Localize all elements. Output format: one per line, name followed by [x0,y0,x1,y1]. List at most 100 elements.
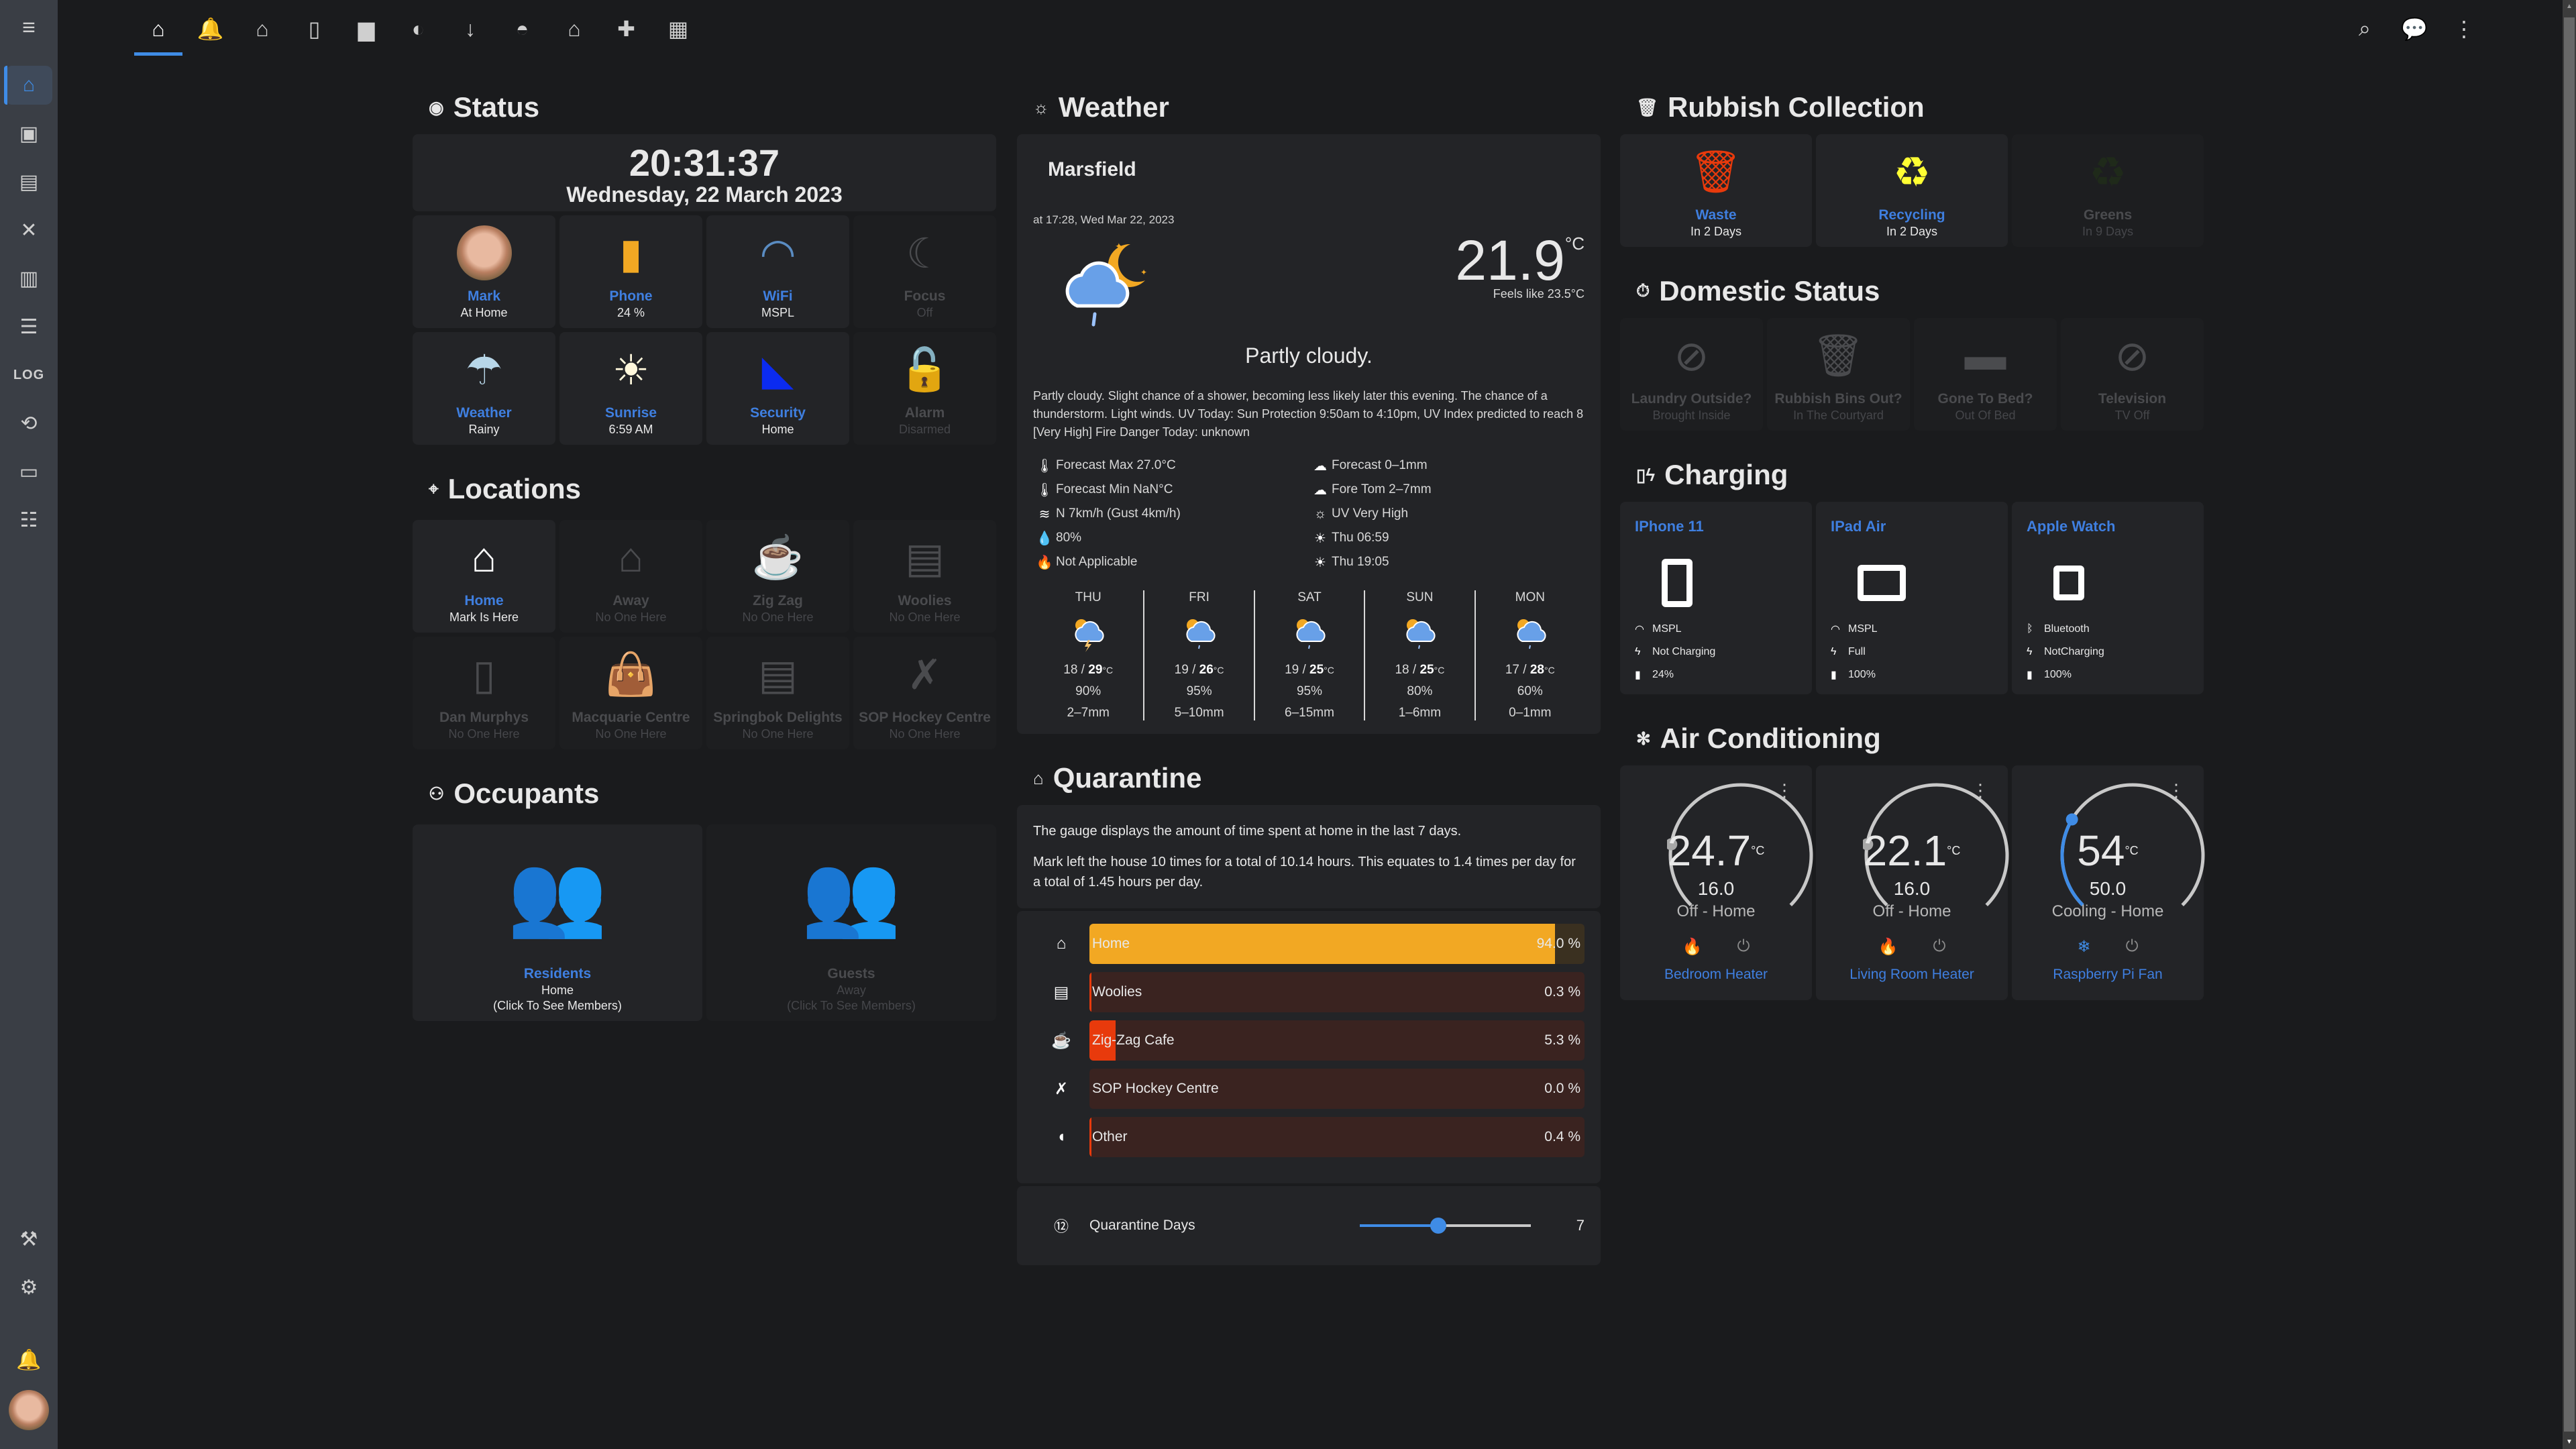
shopping-bag-icon: 👜 [604,651,657,698]
sidebar-item-logbook[interactable]: ☰ [5,307,52,346]
occupant-tile-residents[interactable]: 👥 Residents Home (Click To See Members) [413,824,702,1021]
more-vertical-button[interactable]: ⋮ [2447,12,2481,46]
tab-server-network[interactable]: ▯ [298,12,331,46]
page-scrollbar[interactable]: ▲ ▼ [2563,0,2576,1449]
weather-detail-text: Forecast 0–1mm [1332,458,1428,472]
tile-state: Mark Is Here [449,610,519,624]
thermostat-living-room-heater[interactable]: ⋮ 22.1°C 16.0 Off - Home 🔥 ⏻ Living Room Heate… [1816,765,2009,1000]
forecast-day: SUN 18 / 25°C 80% 1–6mm [1364,590,1474,720]
sidebar-item-terminal[interactable]: ▭ [5,452,52,491]
sidebar-item-hacs[interactable]: ▤ [5,162,52,201]
thermostat-bedroom-heater[interactable]: ⋮ 24.7°C 16.0 Off - Home 🔥 ⏻ Bedroom Heater [1620,765,1813,1000]
rubbish-tile-waste[interactable]: 🗑 Waste In 2 Days [1620,134,1812,247]
locations-tile-home[interactable]: ⌂ Home Mark Is Here [413,520,555,633]
tab-floor-plan[interactable]: ▦ [661,12,695,46]
sidebar-item-vscode[interactable]: ✕ [5,211,52,250]
scroll-down-arrow-icon[interactable]: ▼ [2563,1436,2576,1449]
tab-docker[interactable]: ◓ [506,12,539,46]
locations-tile-macquarie-centre[interactable]: 👜 Macquarie Centre No One Here [559,637,702,749]
locations-tile-springbok-delights[interactable]: ▤ Springbok Delights No One Here [706,637,849,749]
quarantine-bar-row[interactable]: ☕ Zig-Zag Cafe 5.3 % [1033,1020,1585,1061]
assist-chat-button[interactable]: 💬 [2398,12,2431,46]
rubbish-tile-greens[interactable]: ♻ Greens In 9 Days [2012,134,2204,247]
status-tile-wifi[interactable]: ◠ WiFi MSPL [706,215,849,328]
quarantine-days-slider[interactable] [1360,1216,1531,1236]
quarantine-bar-row[interactable]: ◖ Other 0.4 % [1033,1116,1585,1158]
more-vertical-icon[interactable]: ⋮ [1776,780,1793,801]
tile-state: Home [761,423,794,436]
locations-tile-sop-hockey-centre[interactable]: ✗ SOP Hockey Centre No One Here [853,637,996,749]
hvac-mode: Cooling - Home [2051,902,2164,920]
sidebar-item-history[interactable]: ⟲ [5,404,52,443]
snowflake-icon[interactable]: ❄ [2077,937,2090,957]
quarantine-bar-row[interactable]: ▤ Woolies 0.3 % [1033,971,1585,1013]
tab-home-automation[interactable]: ⌂ [246,12,279,46]
quarantine-bar-row[interactable]: ✗ SOP Hockey Centre 0.0 % [1033,1068,1585,1110]
temperature-unit: °C [1947,844,1961,857]
tab-home[interactable]: ⌂ [142,12,175,46]
locations-tile-dan-murphys[interactable]: ▯ Dan Murphys No One Here [413,637,555,749]
domestic-tile-television[interactable]: ⊘ Television TV Off [2061,318,2204,431]
sidebar-item-notifications[interactable]: 🔔 [5,1340,52,1379]
domestic-tile-laundry-outside[interactable]: ⊘ Laundry Outside? Brought Inside [1620,318,1763,431]
hvac-mode-buttons: 🔥 ⏻ [1816,937,2008,957]
power-icon[interactable]: ⏻ [1737,937,1750,957]
forecast-chance: 80% [1407,684,1433,698]
numeric-icon: ⑫ [1053,1218,1069,1235]
power-icon[interactable]: ⏻ [1933,937,1945,957]
status-tile-mark[interactable]: Mark At Home [413,215,555,328]
charging-device-ipad-air[interactable]: IPad Air ◠ MSPL ϟ Full ▮ 100% [1816,502,2008,694]
status-tile-security[interactable]: ◣ Security Home [706,332,849,445]
sidebar-item-log[interactable]: LOG [5,356,52,394]
connection-text: MSPL [1848,623,1878,635]
domestic-tile-gone-to-bed[interactable]: ▬ Gone To Bed? Out Of Bed [1914,318,2057,431]
forecast-chance: 60% [1517,684,1543,698]
charging-device-apple-watch[interactable]: Apple Watch ᛒ Bluetooth ϟ NotCharging ▮ 100% [2012,502,2204,694]
humidity-icon: 💧 [1036,531,1053,546]
locations-tile-zig-zag[interactable]: ☕ Zig Zag No One Here [706,520,849,633]
fire-icon[interactable]: 🔥 [1878,937,1898,957]
sidebar-item-home[interactable]: ⌂ [4,66,52,105]
locations-tile-away[interactable]: ⌂ Away No One Here [559,520,702,633]
status-tile-focus[interactable]: ☾ Focus Off [853,215,996,328]
power-icon[interactable]: ⏻ [2126,937,2139,957]
slider-thumb[interactable] [1430,1218,1447,1234]
tab-movie-clapper[interactable]: ▆ [350,12,383,46]
sidebar-item-chart[interactable]: ▥ [5,259,52,298]
forecast-rain: 6–15mm [1285,706,1334,720]
tab-medical-bag[interactable]: ✚ [610,12,643,46]
quarantine-bar-label: Woolies [1092,984,1142,1000]
more-vertical-icon[interactable]: ⋮ [1972,780,1989,801]
scrollbar-thumb[interactable] [2564,17,2575,1432]
status-tile-alarm[interactable]: 🔓 Alarm Disarmed [853,332,996,445]
scroll-up-arrow-icon[interactable]: ▲ [2563,0,2576,13]
more-vertical-icon[interactable]: ⋮ [2167,780,2185,801]
tab-home-automation-2[interactable]: ⌂ [557,12,591,46]
sidebar-item-calendar[interactable]: ▣ [5,114,52,153]
search-button[interactable]: ⌕ [2348,12,2381,46]
charging-device-iphone-11[interactable]: IPhone 11 ◠ MSPL ϟ Not Charging ▮ 24% [1620,502,1812,694]
domestic-tile-rubbish-bins-out[interactable]: 🗑 Rubbish Bins Out? In The Courtyard [1767,318,1910,431]
tab-doorbell[interactable]: ◐ [402,12,435,46]
fire-icon[interactable]: 🔥 [1682,937,1703,957]
status-tile-sunrise[interactable]: ☀ Sunrise 6:59 AM [559,332,702,445]
tile-name: Weather [456,405,512,421]
status-tile-phone[interactable]: ▮ Phone 24 % [559,215,702,328]
weather-card[interactable]: Marsfield at 17:28, Wed Mar 22, 2023 ✦ ✦… [1017,134,1601,734]
occupant-tile-guests[interactable]: 👥 Guests Away (Click To See Members) [706,824,996,1021]
rubbish-tile-recycling[interactable]: ♻ Recycling In 2 Days [1816,134,2008,247]
tab-bell[interactable]: 🔔 [194,12,227,46]
sidebar-item-hammer[interactable]: ⚒ [5,1220,52,1258]
sidebar-item-server[interactable]: ☷ [5,500,52,539]
quarantine-bar-row[interactable]: ⌂ Home 94.0 % [1033,923,1585,965]
user-avatar[interactable] [9,1390,49,1430]
current-temperature: 24.7°C [1620,829,1812,872]
menu-button[interactable]: ≡ [9,8,48,47]
thermostat-raspberry-pi-fan[interactable]: ⋮ 54°C 50.0 Cooling - Home ❄ ⏻ Raspberry Pi Fa… [2012,765,2205,1000]
tab-arrow-down[interactable]: ↓ [453,12,487,46]
status-tile-weather[interactable]: ☂ Weather Rainy [413,332,555,445]
sidebar-item-settings[interactable]: ⚙ [5,1268,52,1307]
locations-tile-woolies[interactable]: ▤ Woolies No One Here [853,520,996,633]
device-shape [2053,565,2084,600]
arrow-down-icon: ↓ [465,16,476,41]
